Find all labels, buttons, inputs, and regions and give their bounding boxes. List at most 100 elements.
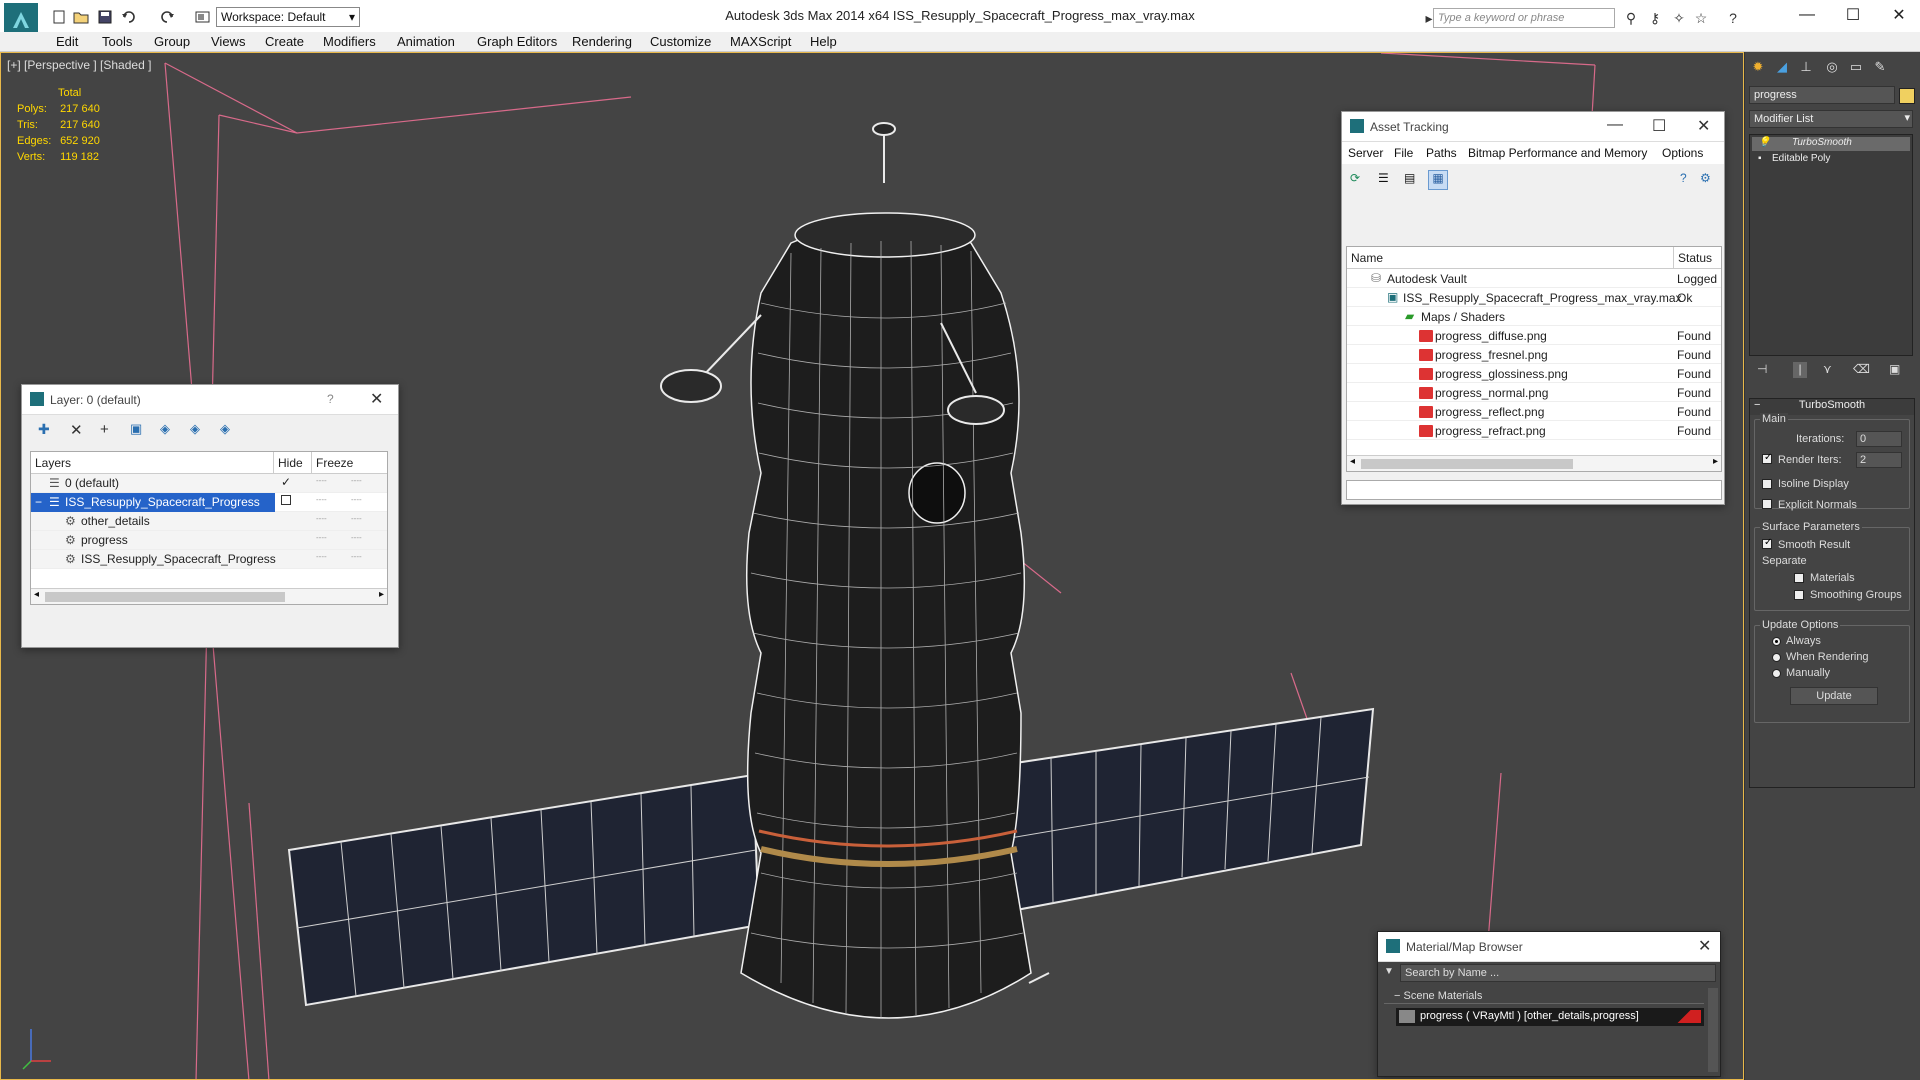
menu-modifiers[interactable]: Modifiers (323, 34, 376, 49)
menu-paths[interactable]: Paths (1426, 146, 1457, 160)
scroll-right-icon[interactable]: ▸ (1713, 456, 1718, 467)
remove-modifier-icon[interactable]: ⌫ (1853, 362, 1870, 376)
smoothing-groups-checkbox[interactable] (1794, 590, 1804, 600)
material-browser-titlebar[interactable]: Material/Map Browser ✕ (1378, 932, 1720, 962)
menu-bitmap-performance[interactable]: Bitmap Performance and Memory (1468, 146, 1647, 160)
highlight-layer-icon[interactable]: ◈ (160, 421, 170, 437)
asset-row[interactable]: progress_refract.png Found (1347, 421, 1721, 440)
freeze-toggle[interactable]: ---- (351, 495, 362, 504)
settings-icon[interactable]: ⚙ (1700, 171, 1711, 185)
always-radio[interactable] (1772, 637, 1781, 646)
asset-tracking-titlebar[interactable]: Asset Tracking — ☐ ✕ (1342, 112, 1724, 142)
hide-toggle[interactable]: ---- (316, 476, 327, 485)
object-color-swatch[interactable] (1899, 88, 1915, 104)
minimize-icon[interactable]: — (1792, 4, 1822, 26)
asset-row[interactable]: progress_normal.png Found (1347, 383, 1721, 402)
stack-item-editable-poly[interactable]: ▪ Editable Poly (1752, 153, 1910, 167)
freeze-toggle[interactable]: ---- (351, 476, 362, 485)
freeze-all-icon[interactable]: ◈ (220, 421, 230, 437)
column-hide[interactable]: Hide (273, 452, 311, 474)
utilities-tab-icon[interactable]: ✎ (1869, 56, 1891, 78)
scroll-right-icon[interactable]: ▸ (379, 589, 384, 600)
layer-row[interactable]: ☰ 0 (default) ✓ ---- ---- (31, 474, 387, 493)
table-view-icon[interactable]: ▦ (1428, 170, 1448, 190)
menu-tools[interactable]: Tools (102, 34, 132, 49)
delete-layer-icon[interactable]: ✕ (70, 421, 83, 439)
detail-view-icon[interactable]: ▤ (1404, 171, 1415, 185)
hide-all-icon[interactable]: ◈ (190, 421, 200, 437)
menu-server[interactable]: Server (1348, 146, 1383, 160)
make-unique-icon[interactable]: ⋎ (1823, 362, 1832, 376)
asset-row[interactable]: ▰ Maps / Shaders (1347, 307, 1721, 326)
perspective-viewport[interactable]: [+] [Perspective ] [Shaded ] Total Polys… (0, 52, 1744, 1080)
options-arrow-icon[interactable]: ▼ (1384, 966, 1394, 977)
binoculars-icon[interactable]: ⚲ (1622, 9, 1640, 27)
help-icon[interactable]: ? (327, 392, 334, 406)
select-objects-icon[interactable]: ▣ (130, 421, 142, 437)
expand-icon[interactable]: ▪ (1758, 153, 1762, 164)
redo-icon[interactable] (158, 8, 176, 26)
freeze-toggle[interactable]: ---- (351, 552, 362, 561)
menu-help[interactable]: Help (810, 34, 837, 49)
render-iters-spinner[interactable]: 2 (1856, 452, 1902, 468)
expand-icon[interactable]: − (35, 495, 42, 509)
layer-row[interactable]: ⚙ other_details ---- ---- (31, 512, 387, 531)
key-icon[interactable]: ⚷ (1646, 9, 1664, 27)
maximize-icon[interactable]: ☐ (1838, 4, 1868, 26)
display-tab-icon[interactable]: ▭ (1845, 56, 1867, 78)
column-layers[interactable]: Layers (31, 452, 273, 474)
close-icon[interactable]: ✕ (1884, 4, 1914, 26)
menu-animation[interactable]: Animation (397, 34, 455, 49)
render-iters-checkbox[interactable] (1762, 452, 1772, 464)
layer-row[interactable]: ⚙ progress ---- ---- (31, 531, 387, 550)
hide-toggle[interactable]: ---- (316, 514, 327, 523)
asset-row[interactable]: progress_reflect.png Found (1347, 402, 1721, 421)
asset-path-field[interactable] (1346, 480, 1722, 500)
signin-icon[interactable]: ✧ (1670, 9, 1688, 27)
menu-customize[interactable]: Customize (650, 34, 711, 49)
update-button[interactable]: Update (1790, 687, 1878, 705)
freeze-toggle[interactable]: ---- (351, 514, 362, 523)
open-icon[interactable] (72, 8, 90, 26)
column-name[interactable]: Name (1347, 247, 1673, 269)
list-view-icon[interactable]: ☰ (1378, 171, 1389, 185)
modify-tab-icon[interactable]: ◢ (1771, 56, 1793, 78)
menu-options[interactable]: Options (1662, 146, 1703, 160)
iterations-spinner[interactable]: 0 (1856, 431, 1902, 447)
menu-edit[interactable]: Edit (56, 34, 78, 49)
expand-arrow-icon[interactable]: ▸ (1420, 9, 1438, 27)
isoline-display-checkbox[interactable] (1762, 479, 1772, 489)
layer-row-selected[interactable]: − ☰ ISS_Resupply_Spacecraft_Progress ---… (31, 493, 387, 512)
add-selection-icon[interactable]: + (100, 421, 109, 438)
horizontal-scrollbar[interactable]: ◂ ▸ (31, 588, 387, 604)
refresh-icon[interactable]: ⟳ (1350, 171, 1360, 185)
project-folder-icon[interactable] (194, 8, 212, 26)
smooth-result-checkbox[interactable] (1762, 537, 1772, 549)
menu-create[interactable]: Create (265, 34, 304, 49)
lightbulb-icon[interactable]: 💡 (1758, 137, 1770, 148)
object-name-field[interactable]: progress (1749, 86, 1895, 104)
freeze-toggle[interactable]: ---- (351, 533, 362, 542)
hide-toggle[interactable]: ---- (316, 552, 327, 561)
search-input[interactable]: Type a keyword or phrase (1433, 8, 1615, 28)
asset-row[interactable]: progress_diffuse.png Found (1347, 326, 1721, 345)
create-layer-icon[interactable]: ✚ (38, 421, 50, 438)
layer-row[interactable]: ⚙ ISS_Resupply_Spacecraft_Progress ---- … (31, 550, 387, 569)
menu-group[interactable]: Group (154, 34, 190, 49)
scroll-left-icon[interactable]: ◂ (1350, 456, 1355, 467)
menu-views[interactable]: Views (211, 34, 245, 49)
column-status[interactable]: Status (1673, 247, 1721, 269)
save-icon[interactable] (96, 8, 114, 26)
layer-dialog-titlebar[interactable]: Layer: 0 (default) ? ✕ (22, 385, 398, 415)
horizontal-scrollbar[interactable]: ◂ ▸ (1347, 455, 1721, 471)
undo-icon[interactable] (120, 8, 138, 26)
close-icon[interactable]: ✕ (370, 389, 383, 409)
make-current-checkbox[interactable] (281, 495, 291, 505)
help-icon[interactable]: ? (1680, 171, 1687, 185)
pin-stack-icon[interactable]: ⊣ (1757, 362, 1767, 376)
help-icon[interactable]: ? (1724, 9, 1742, 27)
manually-radio[interactable] (1772, 669, 1781, 678)
menu-rendering[interactable]: Rendering (572, 34, 632, 49)
menu-file[interactable]: File (1394, 146, 1413, 160)
material-search-input[interactable]: Search by Name ... (1400, 964, 1716, 982)
